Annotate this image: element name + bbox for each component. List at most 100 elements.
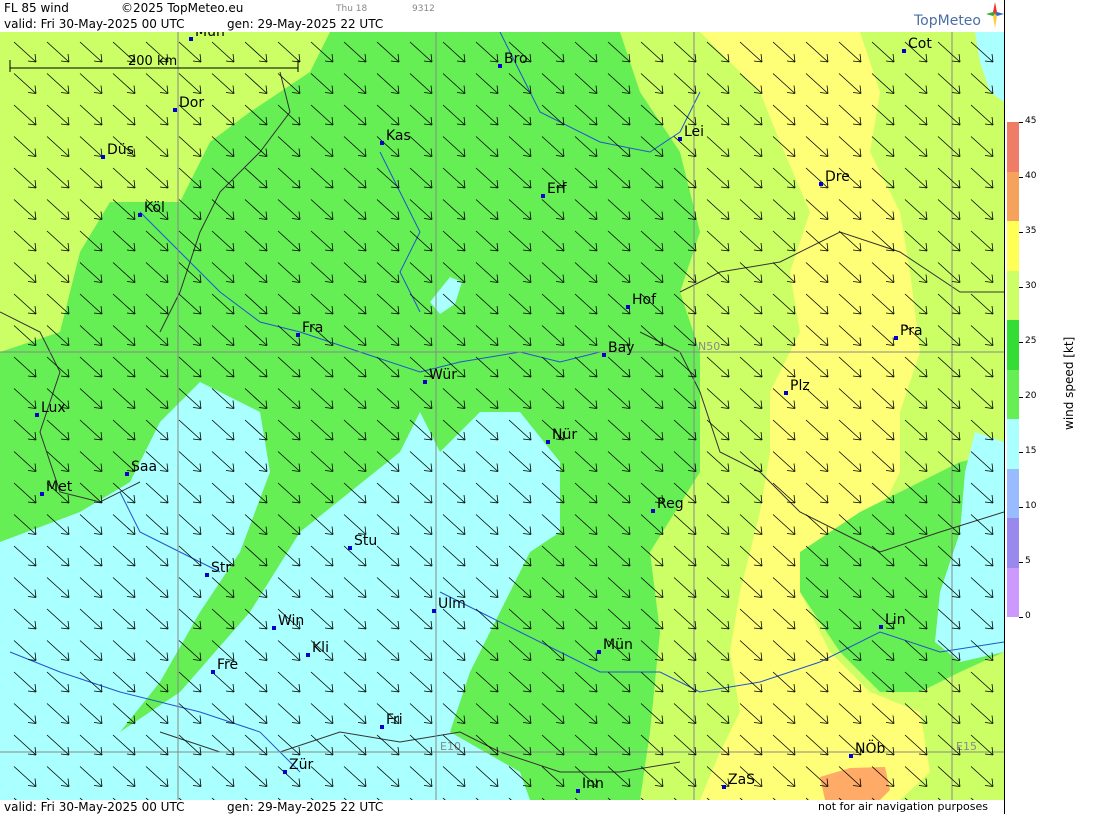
city-marker — [597, 650, 601, 654]
city-marker — [541, 194, 545, 198]
city-label: Reg — [657, 496, 684, 512]
city-label: Dre — [825, 169, 850, 185]
city-marker — [722, 785, 726, 789]
legend-color-segment — [1007, 270, 1019, 320]
city-label: Lin — [885, 612, 906, 628]
city-marker — [101, 155, 105, 159]
city-label: Lux — [41, 400, 66, 416]
city-label: Fre — [217, 657, 238, 673]
city-marker — [546, 440, 550, 444]
legend-color-segment — [1007, 468, 1019, 518]
city-label: Cot — [908, 36, 932, 52]
city-marker — [380, 725, 384, 729]
legend-tick-label: 10 — [1025, 501, 1037, 511]
legend-tick-mark — [1019, 452, 1023, 453]
city-marker — [283, 770, 287, 774]
city-marker — [784, 391, 788, 395]
city-label: ZaS — [728, 772, 755, 788]
legend-colorbar — [1007, 122, 1019, 617]
legend-tick-mark — [1019, 122, 1023, 123]
city-label: Met — [46, 479, 73, 495]
city-label: Hof — [632, 292, 657, 308]
city-marker — [40, 492, 44, 496]
city-label: Wür — [429, 367, 457, 383]
map-title: FL 85 wind — [4, 1, 69, 15]
city-label: Bay — [608, 340, 634, 356]
legend-tick-mark — [1019, 397, 1023, 398]
city-label: Lei — [684, 124, 704, 140]
city-label: NÖb — [855, 739, 885, 757]
legend-tick-mark — [1019, 232, 1023, 233]
legend-tick-label: 25 — [1025, 336, 1037, 346]
city-marker — [296, 333, 300, 337]
legend-tick-mark — [1019, 507, 1023, 508]
scale-bar-label: 200 km — [128, 54, 177, 69]
compass-icon — [986, 2, 1004, 28]
legend-tick-label: 5 — [1025, 556, 1031, 566]
copyright: ©2025 TopMeteo.eu — [121, 1, 244, 15]
legend-tick-mark — [1019, 617, 1023, 618]
city-marker — [602, 353, 606, 357]
city-marker — [125, 472, 129, 476]
city-label: Köl — [144, 200, 165, 216]
valid-time: valid: Fri 30-May-2025 00 UTC — [4, 17, 185, 31]
city-label: Stu — [354, 533, 377, 549]
city-marker — [819, 182, 823, 186]
legend-color-segment — [1007, 369, 1019, 419]
legend-tick-mark — [1019, 342, 1023, 343]
city-marker — [189, 37, 193, 41]
legend-title: wind speed [kt] — [1062, 336, 1076, 430]
city-label: Str — [211, 560, 231, 576]
legend-color-segment — [1007, 320, 1019, 370]
city-marker — [173, 108, 177, 112]
header-bar: FL 85 wind ©2025 TopMeteo.eu Thu 18 9312… — [0, 0, 1004, 32]
city-label: Zür — [289, 757, 313, 773]
legend-tick-label: 30 — [1025, 281, 1037, 291]
city-marker — [626, 305, 630, 309]
city-marker — [272, 626, 276, 630]
legend-tick-label: 40 — [1025, 171, 1037, 181]
legend-color-segment — [1007, 518, 1019, 568]
disclaimer: not for air navigation purposes — [818, 800, 988, 813]
city-label: Mün — [603, 637, 633, 653]
city-label: Fri — [386, 712, 403, 728]
city-marker — [902, 49, 906, 53]
city-marker — [576, 789, 580, 793]
legend-color-segment — [1007, 221, 1019, 271]
city-label: Plz — [790, 378, 810, 394]
legend-tick-mark — [1019, 562, 1023, 563]
legend-color-segment — [1007, 567, 1019, 617]
legend-tick-mark — [1019, 177, 1023, 178]
city-label: Pra — [900, 323, 923, 339]
legend-color-segment — [1007, 419, 1019, 469]
legend-tick-mark — [1019, 287, 1023, 288]
city-marker — [894, 336, 898, 340]
logo-text: TopMeteo — [914, 13, 981, 29]
city-marker — [211, 670, 215, 674]
city-label: Ulm — [438, 596, 466, 612]
city-label: Erf — [547, 181, 568, 197]
faint-code: 9312 — [412, 4, 435, 14]
city-label: Saa — [131, 459, 157, 475]
city-label: Dor — [179, 95, 204, 111]
city-label: Kli — [312, 640, 329, 656]
city-marker — [35, 413, 39, 417]
legend-panel: 45 40 35 30 25 20 15 10 5 0 — [1004, 0, 1095, 814]
city-marker — [651, 509, 655, 513]
topmeteo-logo[interactable]: TopMeteo — [914, 0, 1004, 32]
city-marker — [348, 546, 352, 550]
grid-label-lat: N50 — [698, 340, 720, 353]
city-marker — [879, 625, 883, 629]
city-label: Bro — [504, 51, 528, 67]
city-marker — [138, 213, 142, 217]
legend-tick-label: 45 — [1025, 116, 1037, 126]
city-label: Inn — [582, 776, 604, 792]
city-marker — [432, 609, 436, 613]
wind-map[interactable]: N50 E10 E15 200 km MünBroCotDorKas LeiDüs… — [0, 32, 1004, 800]
generation-time: gen: 29-May-2025 22 UTC — [227, 17, 384, 31]
legend-tick-label: 20 — [1025, 391, 1037, 401]
legend-color-segment — [1007, 122, 1019, 172]
legend-tick-label: 15 — [1025, 446, 1037, 456]
city-label: Win — [278, 613, 304, 629]
city-marker — [849, 754, 853, 758]
